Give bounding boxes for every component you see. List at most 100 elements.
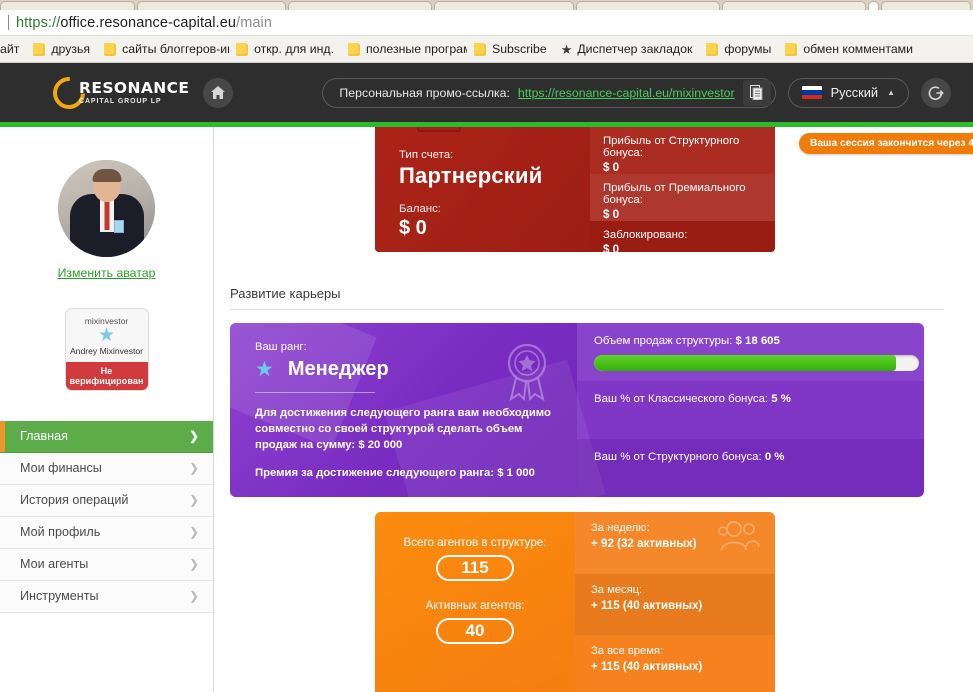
- promo-link-container: Персональная промо-ссылка: https://reson…: [322, 77, 776, 108]
- browser-tab[interactable]: [575, 1, 720, 10]
- sidebar-item-label: Мои агенты: [20, 557, 89, 572]
- month-cell: За месяц: + 115 (40 активных): [575, 573, 775, 636]
- bookmark-item[interactable]: ★ Диспетчер закладок: [554, 38, 700, 60]
- browser-tab[interactable]: [880, 1, 971, 10]
- browser-tab[interactable]: [433, 1, 574, 10]
- logo-text: RESONANCE CAPITAL GROUP LP: [79, 78, 190, 105]
- home-icon: [211, 86, 226, 99]
- change-avatar-link[interactable]: Изменить аватар: [0, 266, 213, 280]
- logo-title: RESONANCE: [79, 78, 190, 97]
- bookmark-item[interactable]: друзья: [26, 38, 97, 60]
- sidebar-item-history[interactable]: История операций ❯: [0, 484, 213, 517]
- header-actions: Персональная промо-ссылка: https://reson…: [322, 77, 951, 108]
- sales-volume-cell: Объем продаж структуры: $ 18 605: [577, 323, 924, 381]
- language-selector[interactable]: Русский ▲: [787, 77, 909, 108]
- sidebar-item-profile[interactable]: Мой профиль ❯: [0, 516, 213, 549]
- bookmark-label: полезные программы: [366, 42, 467, 56]
- account-card-left: Тип счета: Партнерский Баланс: $ 0: [375, 127, 590, 252]
- bookmark-item[interactable]: сайты блоггеров-ине: [97, 38, 229, 60]
- home-button[interactable]: [203, 77, 234, 108]
- browser-tab-strip[interactable]: [0, 0, 973, 10]
- active-agents-label: Активных агентов:: [425, 599, 525, 612]
- sales-volume-text: Объем продаж структуры: $ 18 605: [594, 335, 924, 347]
- promo-link[interactable]: https://resonance-capital.eu/mixinvestor: [518, 86, 735, 100]
- browser-chrome: https://office.resonance-capital.eu/main…: [0, 0, 973, 63]
- people-icon: [718, 521, 760, 551]
- chevron-up-icon: ▲: [887, 88, 895, 97]
- account-type-value: Партнерский: [399, 163, 543, 188]
- bookmark-item[interactable]: полезные программы: [341, 38, 467, 60]
- balance-value: $ 0: [399, 217, 427, 239]
- month-value: + 115 (40 активных): [591, 598, 703, 612]
- browser-tab[interactable]: [0, 1, 136, 10]
- site-header: RESONANCE CAPITAL GROUP LP Персональная …: [0, 63, 973, 122]
- bookmark-label: сайты блоггеров-ине: [122, 42, 230, 56]
- card-tab-stub: [417, 127, 461, 132]
- flag-ru-icon: [801, 86, 822, 99]
- bookmark-label: откр. для инд.: [254, 42, 335, 56]
- bookmark-item[interactable]: обмен комментами: [778, 38, 920, 60]
- sidebar-item-agents[interactable]: Мои агенты ❯: [0, 548, 213, 581]
- chevron-right-icon: ❯: [188, 589, 199, 604]
- page-body: Изменить аватар mixinvestor ★ Andrey Mix…: [0, 127, 973, 692]
- bookmarks-bar[interactable]: айт друзья сайты блоггеров-ине откр. для…: [0, 36, 973, 63]
- site-logo[interactable]: RESONANCE CAPITAL GROUP LP: [46, 69, 190, 116]
- career-card: Ваш ранг: ★ Менеджер Для достижения след…: [230, 323, 924, 497]
- browser-tab-active[interactable]: [867, 1, 879, 10]
- address-bar[interactable]: https://office.resonance-capital.eu/main: [0, 10, 973, 36]
- sidebar-item-home[interactable]: Главная ❯: [0, 420, 213, 453]
- structure-bonus-cell: Ваш % от Структурного бонуса: 0 %: [577, 439, 924, 497]
- bookmark-label: Subscribe: [492, 42, 547, 56]
- section-title-career: Развитие карьеры: [230, 286, 341, 301]
- account-card-right: Прибыль от Структурного бонуса: $ 0 Приб…: [590, 127, 775, 252]
- bookmark-label: айт: [0, 42, 20, 56]
- blocked-label: Заблокировано:: [603, 229, 688, 241]
- browser-tab[interactable]: [287, 1, 432, 10]
- sidebar-item-label: Инструменты: [20, 589, 99, 604]
- url-domain: office.resonance-capital.eu: [60, 14, 237, 31]
- chevron-right-icon: ❯: [188, 429, 199, 444]
- sidebar-item-label: Мой профиль: [20, 525, 101, 540]
- agents-card: Всего агентов в структуре: 115 Активных …: [375, 512, 775, 692]
- section-divider: [230, 309, 944, 310]
- premium-bonus-cell: Прибыль от Премиального бонуса: $ 0: [590, 174, 775, 221]
- account-type-label: Тип счета:: [399, 149, 454, 161]
- folder-icon: [348, 42, 361, 56]
- avatar-lanyard: [104, 200, 109, 230]
- bookmark-item[interactable]: форумы: [699, 38, 778, 60]
- structure-bonus-value: 0 %: [764, 451, 785, 463]
- bookmark-item[interactable]: айт: [0, 38, 26, 60]
- folder-icon: [706, 42, 719, 56]
- folder-icon: [474, 42, 487, 56]
- bookmark-item[interactable]: Subscribe: [467, 38, 554, 60]
- promo-label: Персональная промо-ссылка:: [339, 85, 510, 100]
- chevron-right-icon: ❯: [188, 493, 199, 508]
- copy-button[interactable]: [742, 79, 771, 106]
- alltime-label: За все время:: [591, 645, 664, 658]
- avatar[interactable]: [58, 160, 155, 257]
- sidebar-item-tools[interactable]: Инструменты ❯: [0, 580, 213, 613]
- folder-icon: [785, 42, 798, 56]
- premium-bonus-value: $ 0: [603, 208, 620, 221]
- main-content: Тип счета: Партнерский Баланс: $ 0 Прибы…: [214, 127, 973, 692]
- star-icon: ★: [97, 325, 116, 346]
- blocked-value: $ 0: [603, 243, 620, 252]
- total-agents-label: Всего агентов в структуре:: [403, 536, 547, 549]
- url-path: /main: [236, 14, 273, 31]
- bookmark-label: обмен комментами: [803, 42, 913, 56]
- logout-button[interactable]: [921, 77, 951, 108]
- folder-icon: [104, 42, 117, 56]
- sidebar-item-finances[interactable]: Мои финансы ❯: [0, 452, 213, 485]
- agents-card-left: Всего агентов в структуре: 115 Активных …: [375, 512, 575, 692]
- sidebar-item-label: Главная: [20, 429, 68, 444]
- blocked-cell: Заблокировано: $ 0: [590, 221, 775, 252]
- bookmark-item[interactable]: откр. для инд.: [229, 38, 341, 60]
- browser-tab[interactable]: [137, 1, 286, 10]
- classic-bonus-text: Ваш % от Классического бонуса: 5 %: [594, 393, 924, 405]
- logo-subtitle: CAPITAL GROUP LP: [79, 97, 162, 105]
- balance-label: Баланс:: [399, 203, 441, 215]
- account-summary-card: Тип счета: Партнерский Баланс: $ 0 Прибы…: [375, 127, 775, 252]
- profile-card: mixinvestor ★ Andrey Mixinvestor Не вери…: [64, 308, 149, 391]
- browser-tab[interactable]: [721, 1, 866, 10]
- avatar-hair: [92, 169, 121, 182]
